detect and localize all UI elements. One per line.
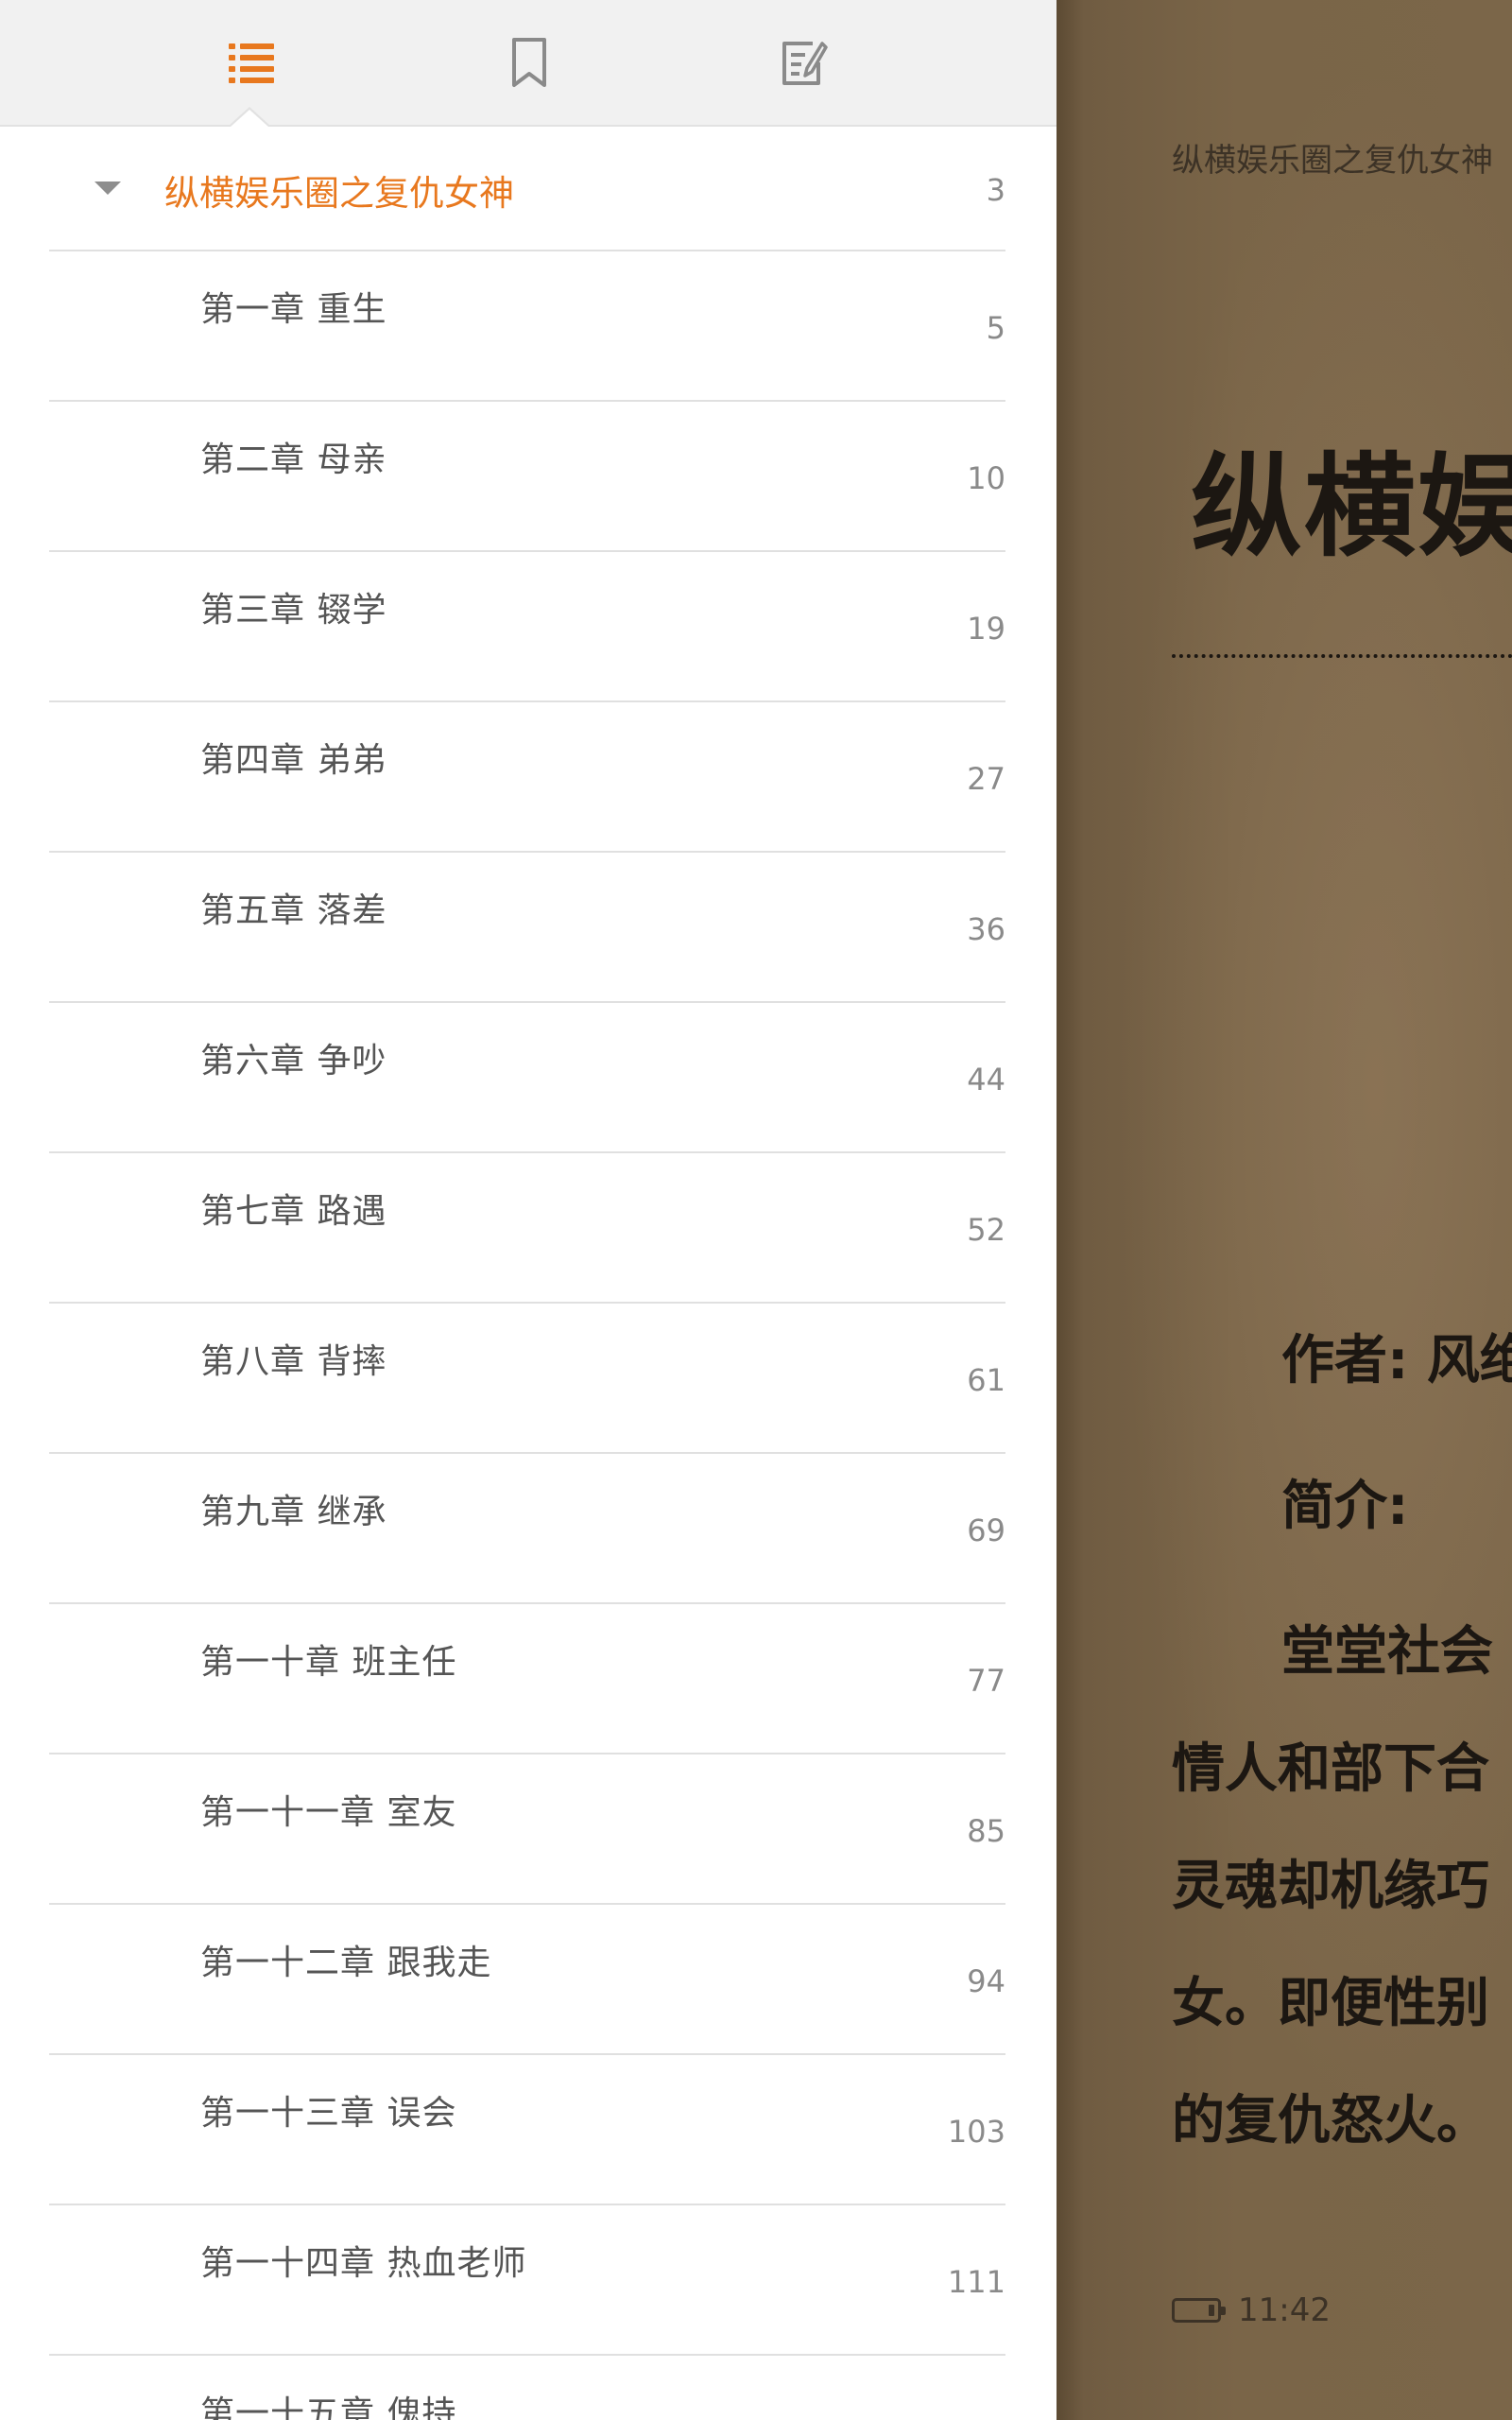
chapter-row[interactable]: 第一十三章 误会 103 (49, 2055, 1005, 2205)
chapter-title: 第一十一章 室友 (200, 1793, 457, 1832)
chapter-title: 第一十二章 跟我走 (200, 1944, 492, 1982)
chapter-title: 第七章 路遇 (200, 1192, 387, 1231)
list-icon (229, 43, 274, 83)
chapter-row[interactable]: 第一十四章 热血老师 111 (49, 2205, 1005, 2356)
reader-intro-label: 简介: (1281, 1476, 1409, 1537)
chapter-page-number: 19 (967, 611, 1005, 647)
active-tab-pointer-fill (231, 110, 268, 127)
book-title: 纵横娱乐圈之复仇女神 (164, 173, 514, 214)
chapter-page-number: 85 (967, 1813, 1005, 1849)
reader-author-line: 作者: 风绝 (1281, 1330, 1512, 1392)
chapter-row[interactable]: 第七章 路遇 52 (49, 1153, 1005, 1304)
tab-notes[interactable] (767, 26, 839, 98)
reader-status-bar: 11:42 (1172, 2291, 1331, 2329)
chapter-title: 第六章 争吵 (200, 1042, 387, 1080)
chapter-row[interactable]: 第九章 继承 69 (49, 1454, 1005, 1604)
chapter-page-number: 44 (967, 1062, 1005, 1098)
toc-book-entry[interactable]: 纵横娱乐圈之复仇女神 3 (49, 127, 1005, 251)
tab-contents[interactable] (215, 26, 287, 98)
chapter-page-number: 103 (947, 2114, 1005, 2150)
chapter-title: 第二章 母亲 (200, 441, 387, 479)
chapter-page-number: 61 (967, 1362, 1005, 1398)
table-of-contents-panel: 纵横娱乐圈之复仇女神 3 第一章 重生 5 第二章 母亲 10 第三章 辍学 19 第四章 … (0, 0, 1057, 2420)
tab-bookmarks[interactable] (493, 26, 565, 98)
chapter-title: 第一章 重生 (200, 290, 387, 329)
chapter-page-number: 5 (986, 310, 1005, 346)
chapter-page-number: 36 (967, 911, 1005, 947)
chapter-page-number: 10 (967, 460, 1005, 496)
note-edit-icon (782, 42, 828, 85)
chapter-list: 第一章 重生 5 第二章 母亲 10 第三章 辍学 19 第四章 弟弟 27 第五章 落差 36 第… (49, 251, 1005, 2420)
chapter-page-number: 77 (967, 1663, 1005, 1699)
chapter-row[interactable]: 第一十五章 傀持 (49, 2356, 1005, 2420)
chapter-title: 第八章 背摔 (200, 1342, 387, 1381)
chapter-title: 第四章 弟弟 (200, 741, 387, 780)
reader-body-line: 灵魂却机缘巧 (1172, 1856, 1489, 1917)
chapter-page-number: 69 (967, 1512, 1005, 1548)
chapter-row[interactable]: 第八章 背摔 61 (49, 1304, 1005, 1454)
battery-icon (1172, 2298, 1226, 2323)
chapter-title: 第三章 辍学 (200, 591, 387, 630)
chapter-title: 第一十五章 傀持 (200, 2394, 457, 2420)
chapter-page-number: 27 (967, 761, 1005, 797)
chapter-title: 第五章 落差 (200, 891, 387, 930)
reader-body-line: 的复仇怒火。 (1172, 2090, 1489, 2152)
reader-page[interactable]: 纵横娱乐圈之复仇女神 纵横娱 作者: 风绝 简介: 堂堂社会 情人和部下合 灵魂… (1057, 0, 1512, 2420)
toc-tab-bar (0, 0, 1057, 127)
reader-running-header: 纵横娱乐圈之复仇女神 (1172, 142, 1493, 180)
chapter-row[interactable]: 第二章 母亲 10 (49, 402, 1005, 552)
chapter-row[interactable]: 第四章 弟弟 27 (49, 702, 1005, 853)
chapter-title: 第一十四章 热血老师 (200, 2244, 527, 2283)
reader-body-line: 情人和部下合 (1172, 1738, 1489, 1800)
chapter-row[interactable]: 第三章 辍学 19 (49, 552, 1005, 702)
chapter-page-number: 52 (967, 1212, 1005, 1248)
chapter-page-number: 94 (967, 1963, 1005, 1999)
reader-body-line: 堂堂社会 (1281, 1621, 1493, 1683)
reader-body-line: 女。即便性别 (1172, 1973, 1489, 2034)
chapter-row[interactable]: 第一十章 班主任 77 (49, 1604, 1005, 1754)
title-divider (1172, 654, 1512, 658)
chapter-title: 第一十章 班主任 (200, 1643, 457, 1682)
bookmark-icon (512, 38, 546, 87)
chapter-row[interactable]: 第一十二章 跟我走 94 (49, 1905, 1005, 2055)
chapter-row[interactable]: 第一章 重生 5 (49, 251, 1005, 402)
chapter-page-number: 111 (947, 2264, 1005, 2300)
book-page-number: 3 (986, 172, 1005, 208)
clock-time: 11:42 (1238, 2291, 1331, 2329)
chapter-row[interactable]: 第一十一章 室友 85 (49, 1754, 1005, 1905)
chapter-row[interactable]: 第六章 争吵 44 (49, 1003, 1005, 1153)
chapter-row[interactable]: 第五章 落差 36 (49, 853, 1005, 1003)
caret-down-icon[interactable] (94, 182, 121, 195)
chapter-title: 第一十三章 误会 (200, 2094, 457, 2133)
reader-book-title: 纵横娱 (1191, 441, 1512, 572)
chapter-title: 第九章 继承 (200, 1493, 387, 1531)
